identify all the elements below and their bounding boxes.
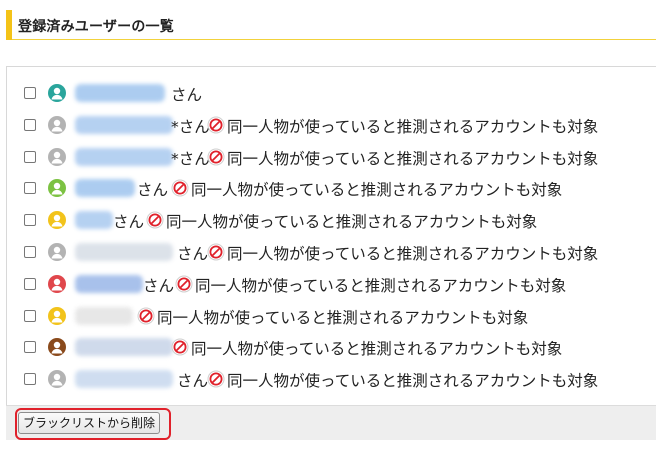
- list-item: さん 同一人物が使っていると推測されるアカウントも対象: [7, 206, 647, 234]
- same-person-note: 同一人物が使っていると推測されるアカウントも対象: [157, 308, 529, 327]
- list-item: *さん 同一人物が使っていると推測されるアカウントも対象: [7, 111, 647, 139]
- redacted-username: [75, 306, 133, 325]
- page-title: 登録済みユーザーの一覧: [18, 19, 174, 35]
- redacted-username: [75, 243, 173, 261]
- name-suffix: さん: [171, 86, 203, 104]
- ban-icon: [175, 275, 193, 293]
- same-person-note: 同一人物が使っていると推測されるアカウントも対象: [191, 340, 563, 359]
- row-checkbox[interactable]: [24, 118, 36, 131]
- row-checkbox[interactable]: [24, 182, 36, 195]
- ban-icon: [207, 370, 225, 388]
- ban-icon: [207, 148, 225, 166]
- same-person-note: 同一人物が使っていると推測されるアカウントも対象: [191, 181, 563, 200]
- redacted-username: [75, 370, 173, 389]
- name-suffix: さん: [177, 245, 209, 263]
- row-checkbox[interactable]: [24, 341, 36, 354]
- row-checkbox[interactable]: [24, 373, 36, 386]
- name-suffix: さん: [177, 372, 209, 391]
- avatar: [48, 370, 66, 389]
- avatar: [48, 179, 66, 198]
- avatar: [48, 243, 66, 261]
- list-item: 同一人物が使っていると推測されるアカウントも対象: [7, 302, 647, 330]
- row-checkbox[interactable]: [24, 246, 36, 258]
- ban-icon: [171, 338, 189, 356]
- redacted-username: [75, 338, 173, 357]
- avatar: [48, 211, 66, 230]
- row-checkbox[interactable]: [24, 277, 36, 290]
- user-list-panel: さん *さん 同一人物が使っていると推測されるアカウントも対象 *さん 同一人物が使って…: [6, 66, 656, 440]
- same-person-note: 同一人物が使っていると推測されるアカウントも対象: [195, 276, 567, 295]
- ban-icon: [207, 116, 225, 134]
- avatar: [48, 274, 66, 293]
- section-accent-bar: [6, 10, 12, 40]
- name-suffix: *さん: [171, 117, 210, 136]
- avatar: [48, 147, 66, 166]
- same-person-note: 同一人物が使っていると推測されるアカウントも対象: [227, 245, 599, 263]
- ban-icon: [207, 243, 225, 261]
- name-suffix: *さん: [171, 149, 210, 168]
- same-person-note: 同一人物が使っていると推測されるアカウントも対象: [227, 372, 599, 391]
- avatar: [48, 338, 66, 357]
- ban-icon: [146, 211, 164, 229]
- section-header: 登録済みユーザーの一覧: [6, 10, 656, 40]
- name-suffix: さん: [137, 181, 169, 200]
- list-item: さん 同一人物が使っていると推測されるアカウントも対象: [7, 270, 647, 298]
- list-item: さん 同一人物が使っていると推測されるアカウントも対象: [7, 174, 647, 202]
- avatar: [48, 115, 66, 134]
- row-checkbox[interactable]: [24, 214, 36, 227]
- list-item: さん: [7, 79, 647, 107]
- row-checkbox[interactable]: [24, 150, 36, 163]
- redacted-username: [75, 274, 143, 293]
- list-footer: ブラックリストから削除: [6, 405, 656, 440]
- remove-from-blacklist-button[interactable]: ブラックリストから削除: [18, 412, 161, 434]
- redacted-username: [75, 211, 113, 230]
- list-item: さん 同一人物が使っていると推測されるアカウントも対象: [7, 238, 647, 266]
- row-checkbox[interactable]: [24, 309, 36, 322]
- row-checkbox[interactable]: [24, 87, 36, 99]
- redacted-username: [75, 115, 173, 134]
- list-item: *さん 同一人物が使っていると推測されるアカウントも対象: [7, 143, 647, 171]
- same-person-note: 同一人物が使っていると推測されるアカウントも対象: [166, 213, 538, 232]
- redacted-username: [75, 84, 165, 102]
- ban-icon: [171, 179, 189, 197]
- same-person-note: 同一人物が使っていると推測されるアカウントも対象: [227, 149, 599, 168]
- name-suffix: さん: [113, 213, 145, 232]
- list-item: 同一人物が使っていると推測されるアカウントも対象: [7, 333, 647, 361]
- redacted-username: [75, 179, 135, 198]
- avatar: [48, 306, 66, 325]
- redacted-username: [75, 147, 173, 166]
- avatar: [48, 84, 66, 102]
- list-item: さん 同一人物が使っていると推測されるアカウントも対象: [7, 365, 647, 393]
- same-person-note: 同一人物が使っていると推測されるアカウントも対象: [227, 117, 599, 136]
- ban-icon: [137, 307, 155, 325]
- name-suffix: さん: [143, 276, 175, 295]
